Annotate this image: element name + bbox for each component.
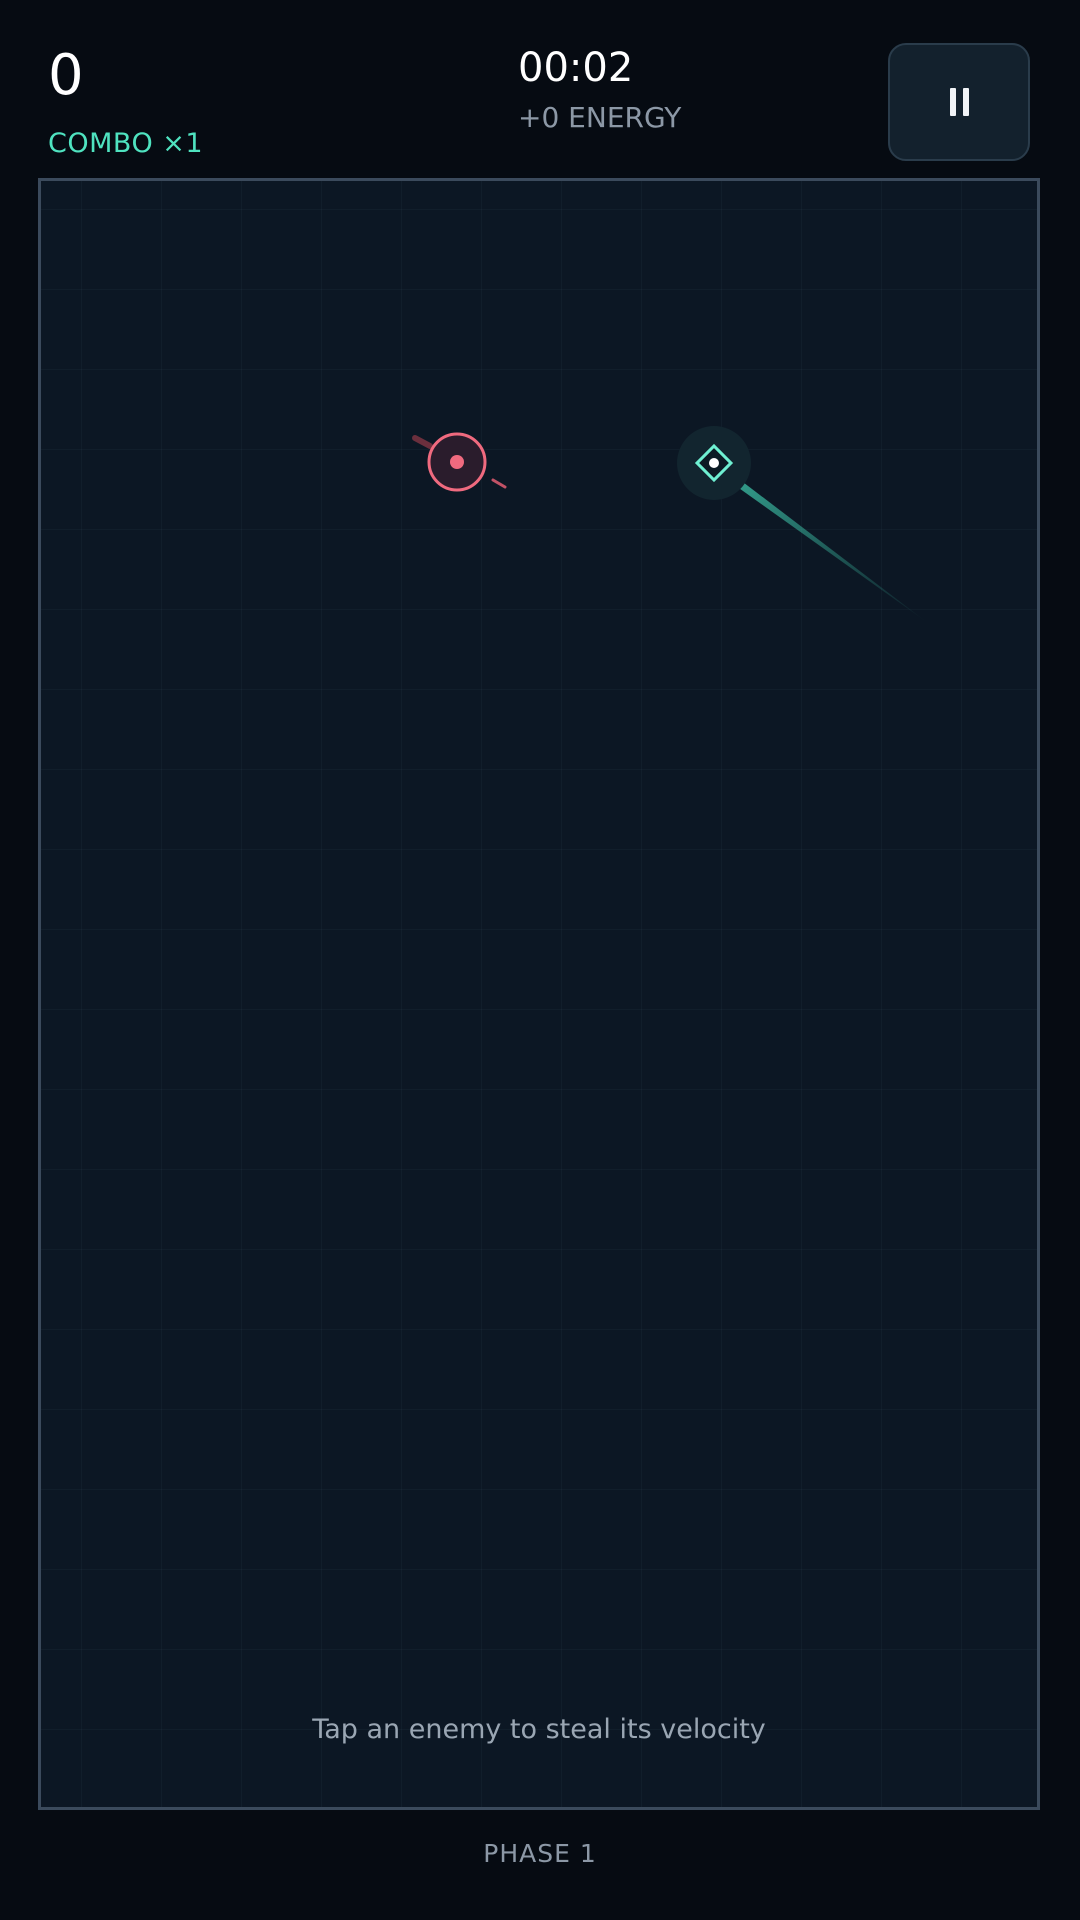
pause-bar-right [962,88,969,116]
enemy-target-icon[interactable] [412,432,507,492]
pause-button[interactable] [888,43,1030,161]
enemy-tail [412,435,433,449]
pause-icon [949,88,969,116]
game-arena[interactable]: Tap an enemy to steal its velocity [38,178,1040,1810]
combo-label: COMBO ×1 [48,128,204,159]
score-value: 0 [48,43,84,108]
player-diamond-icon [677,426,751,500]
player-trail [714,460,928,623]
phase-label: PHASE 1 [483,1839,597,1868]
enemy-core [450,455,464,469]
player-core [709,458,719,468]
energy-label: +0 ENERGY [518,101,682,134]
game-screen: 0 COMBO ×1 00:02 +0 ENERGY Tap an enemy … [0,0,1080,1920]
enemy-velocity-marker [491,478,507,489]
hint-text: Tap an enemy to steal its velocity [312,1714,766,1745]
arena-canvas [412,426,928,623]
timer-value: 00:02 [518,45,634,91]
pause-bar-left [949,88,956,116]
